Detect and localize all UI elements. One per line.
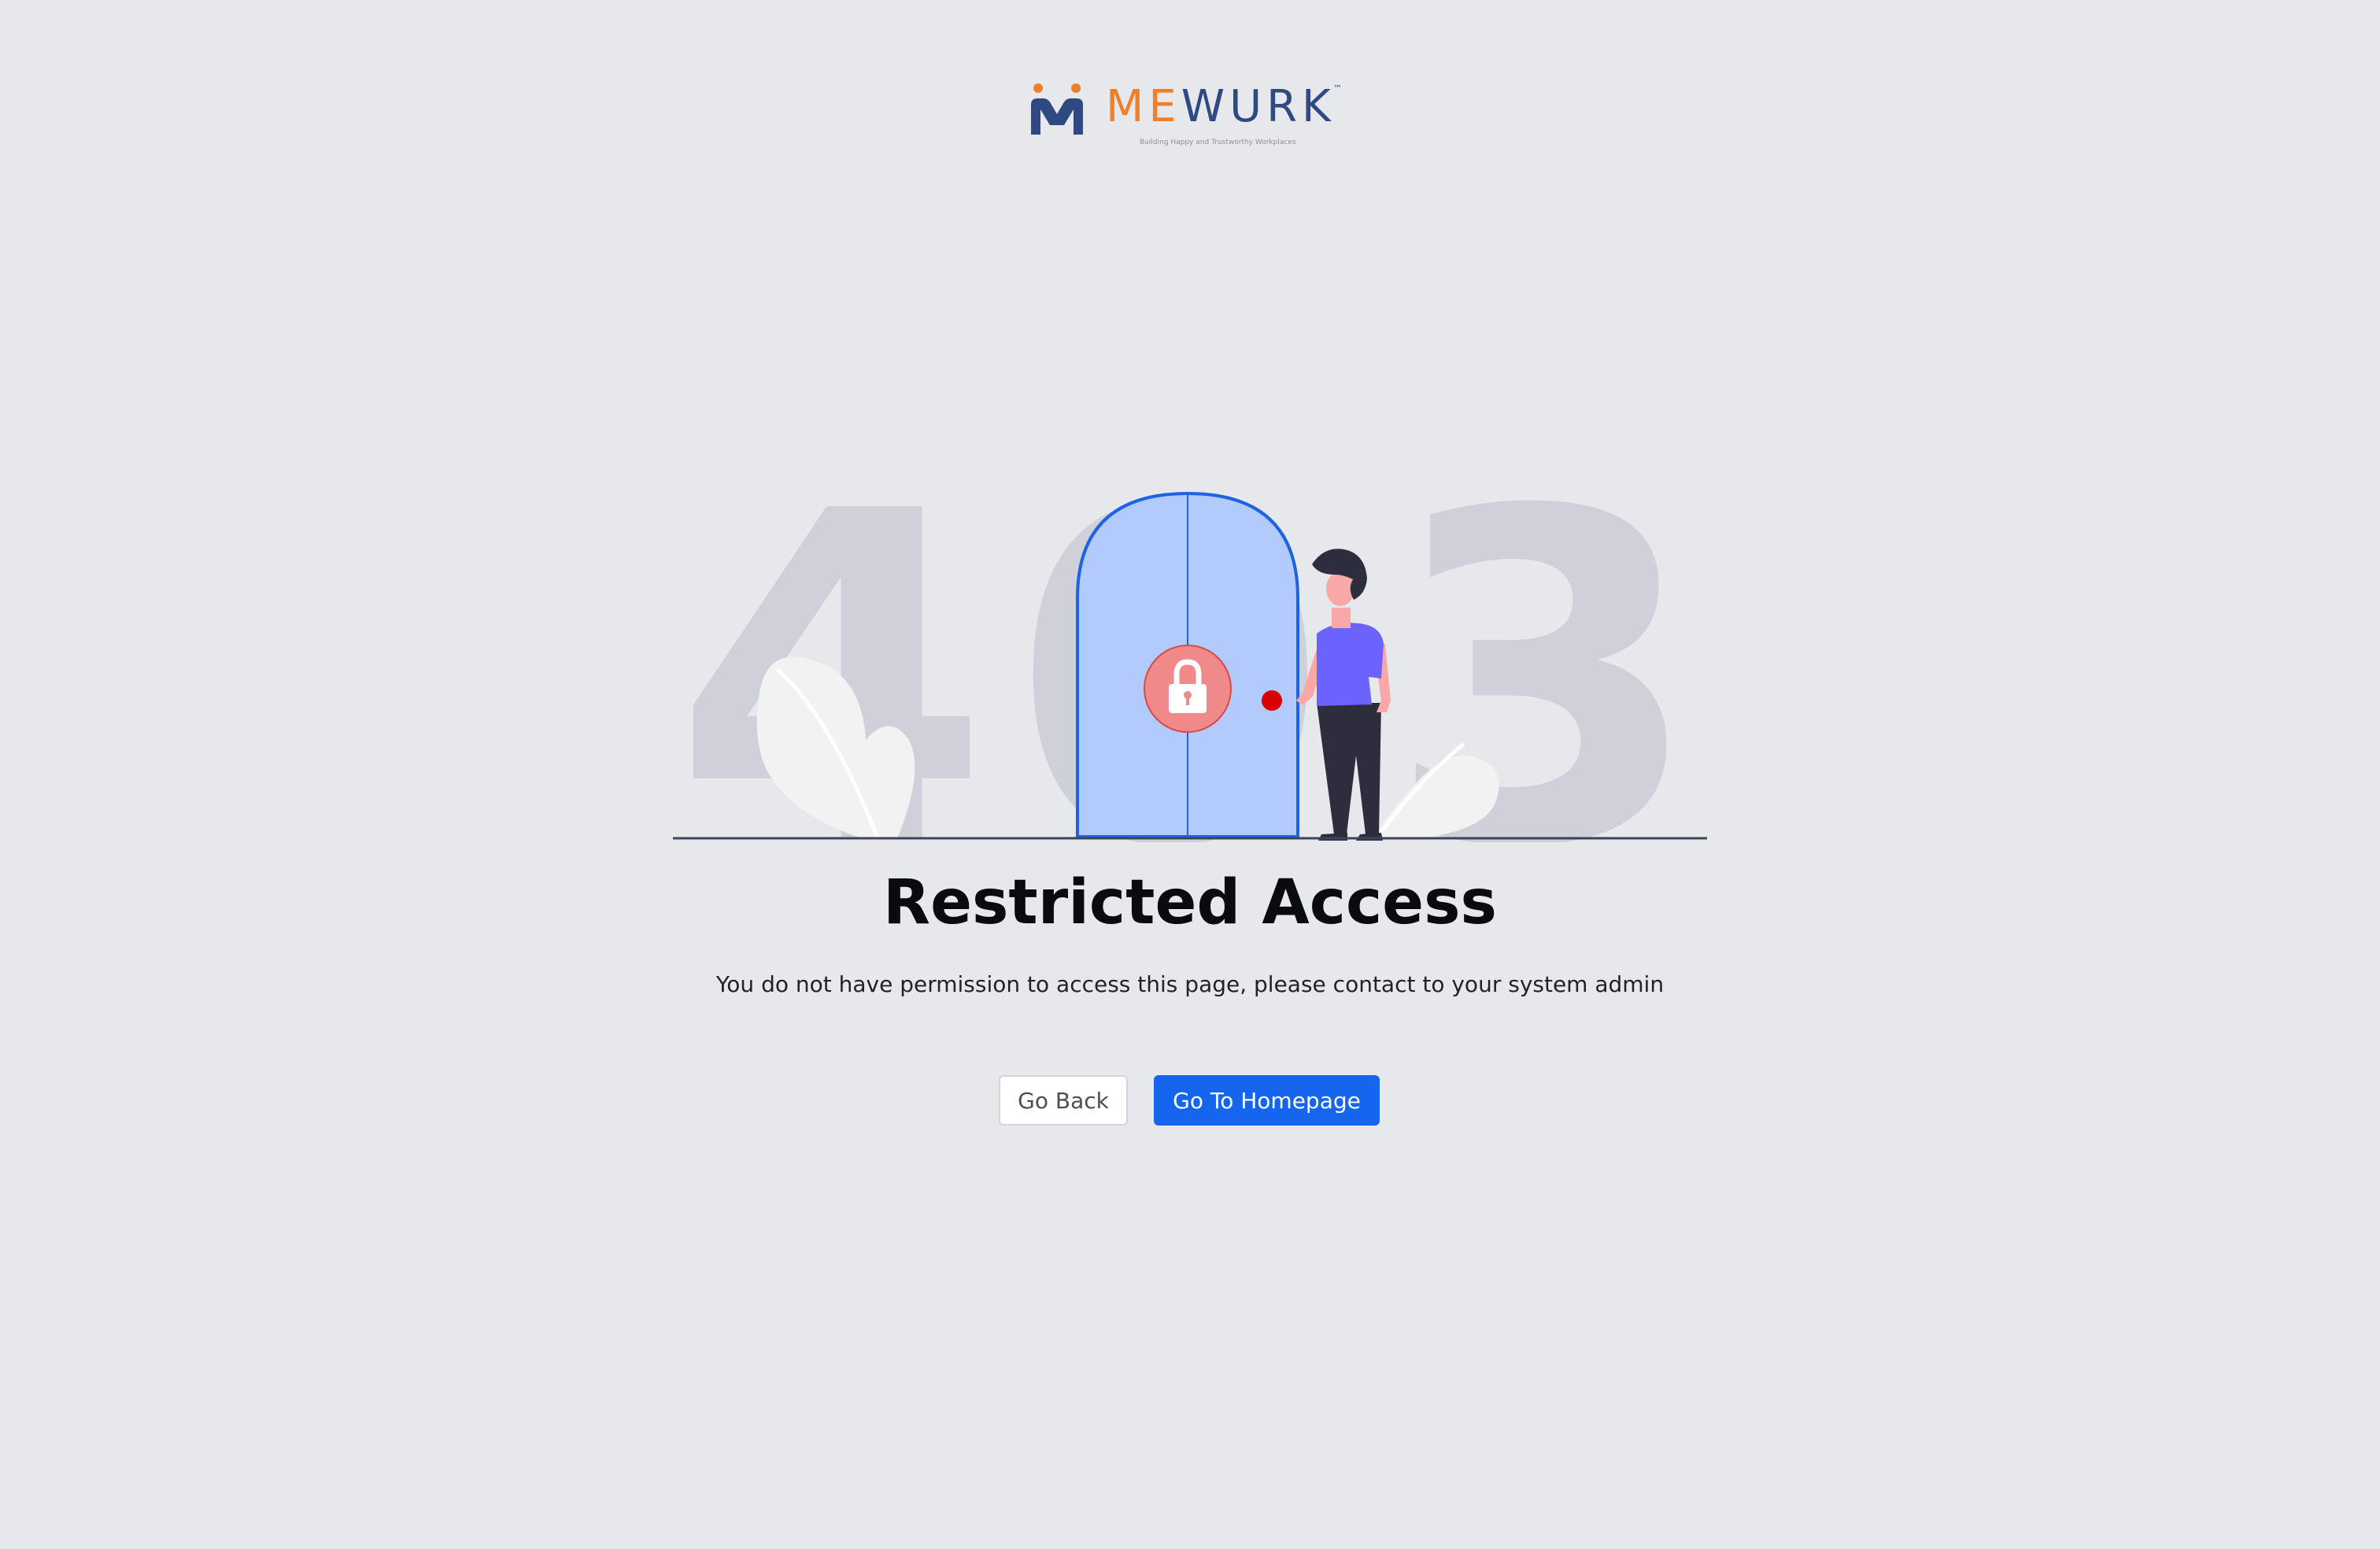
trademark-symbol: ™ bbox=[1333, 83, 1342, 94]
mewurk-logo-icon bbox=[1031, 83, 1083, 135]
brand-wordmark: MEWURK bbox=[1106, 85, 1336, 129]
padlock-icon bbox=[1144, 645, 1232, 733]
go-to-homepage-button[interactable]: Go To Homepage bbox=[1154, 1075, 1380, 1126]
page-title: Restricted Access bbox=[883, 867, 1497, 938]
brand-tagline: Building Happy and Trustworthy Workplace… bbox=[1140, 139, 1296, 146]
brand-name-wurk: WURK bbox=[1181, 81, 1336, 132]
page-description: You do not have permission to access thi… bbox=[715, 971, 1665, 997]
error-403-illustration: 4 0 3 bbox=[673, 441, 1707, 842]
brand-logo: MEWURK ™ Building Happy and Trustworthy … bbox=[1027, 79, 1358, 150]
go-back-button[interactable]: Go Back bbox=[999, 1075, 1128, 1126]
brand-name-me: ME bbox=[1106, 81, 1181, 132]
